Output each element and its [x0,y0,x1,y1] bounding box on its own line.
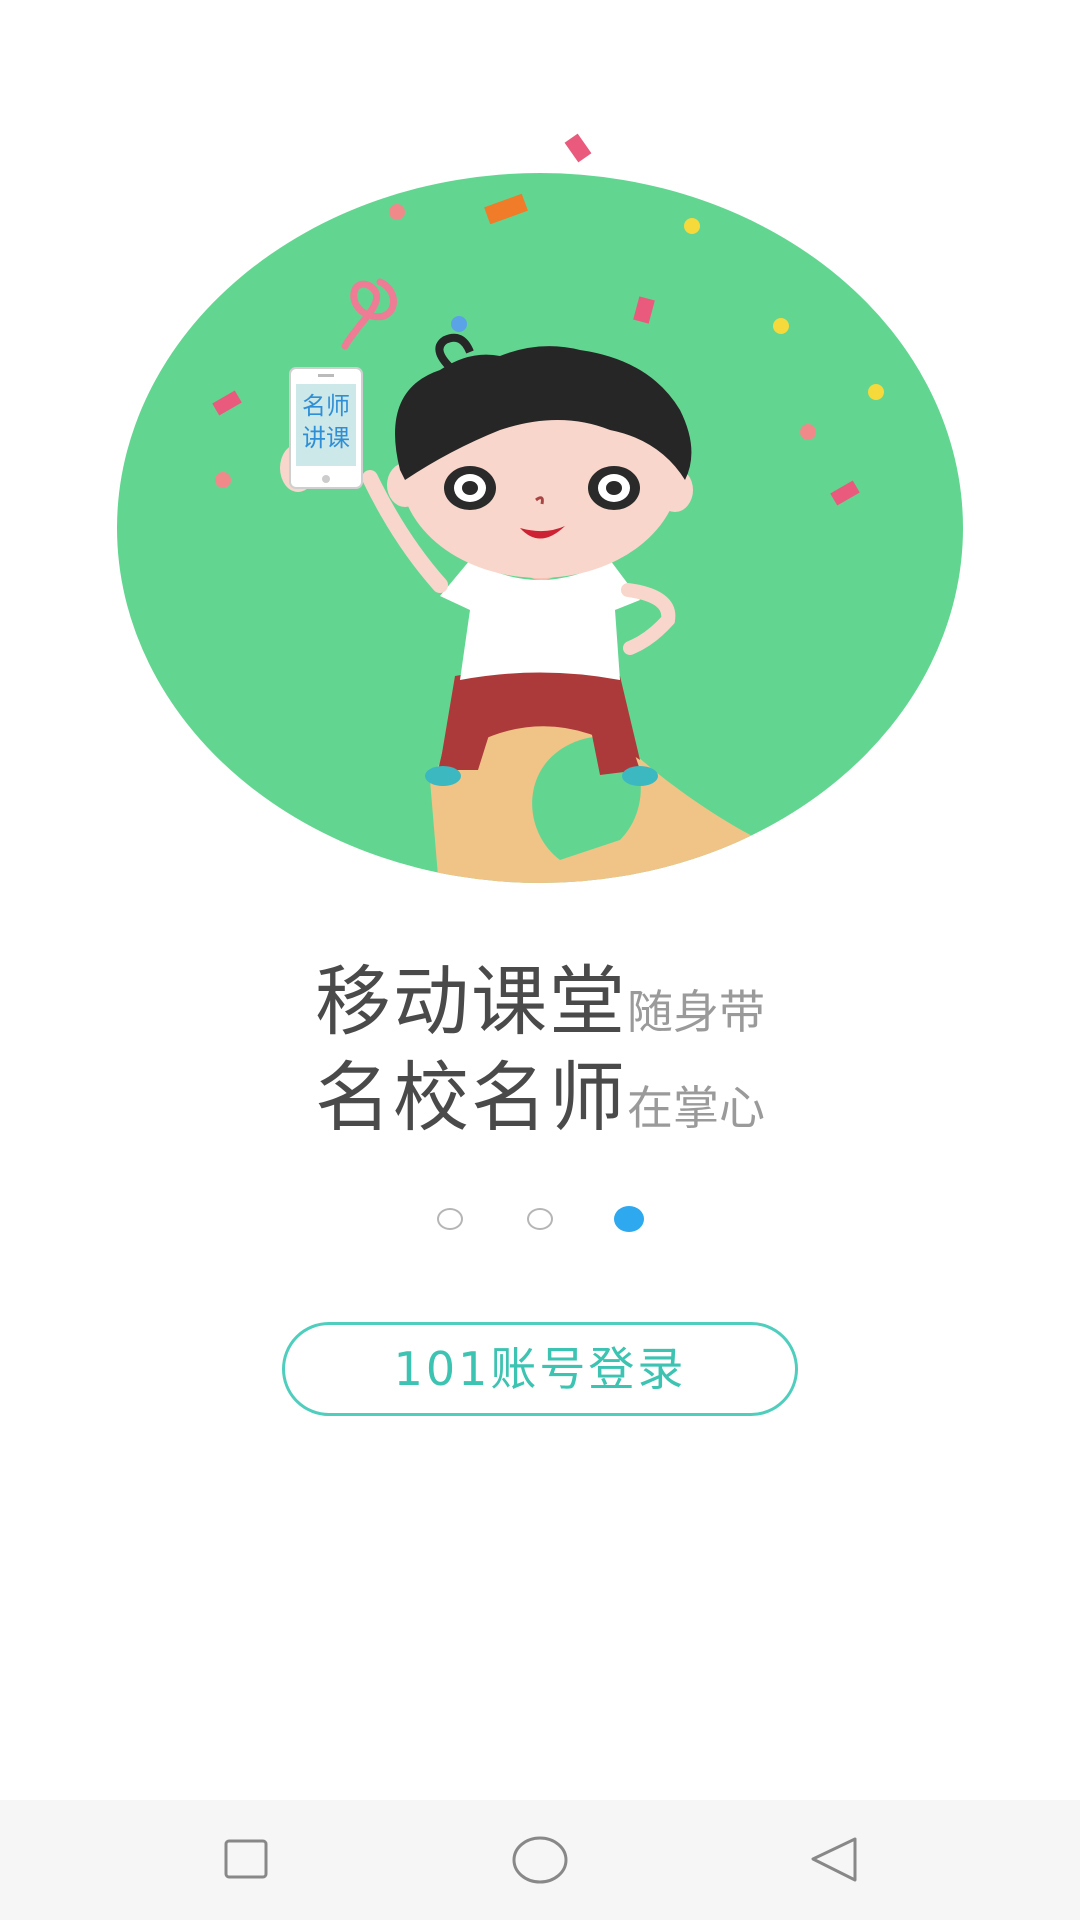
system-navigation-bar [0,1800,1080,1920]
home-button[interactable] [480,1800,600,1920]
page-indicator-dot-3[interactable] [614,1206,644,1232]
back-icon [811,1837,857,1882]
slogan-line-1-main: 移动课堂 [315,957,627,1046]
slogan-line-1: 移动课堂随身带 [0,940,1080,1050]
slogan-line-2: 名校名师在掌心 [0,1036,1080,1146]
onboarding-illustration: 名师 讲课 [117,133,963,883]
recent-apps-icon [224,1839,268,1879]
login-button[interactable]: 101账号登录 [282,1322,798,1416]
page-indicator-dot-1[interactable] [437,1208,463,1230]
slogan-line-1-sub: 随身带 [627,985,765,1039]
home-icon [512,1836,568,1884]
phone-text-line1: 名师 [302,392,350,420]
slogan-line-2-sub: 在掌心 [627,1081,765,1135]
back-button[interactable] [773,1800,893,1920]
phone-graphic: 名师 讲课 [289,367,363,489]
onboarding-screen: 名师 讲课 移动课堂随身带 名校名师在掌心 101账号登录 [0,0,1080,1800]
phone-text-line2: 讲课 [302,424,350,452]
slogan-line-2-main: 名校名师 [315,1053,627,1142]
recent-apps-button[interactable] [186,1800,306,1920]
page-indicator [0,1206,1080,1238]
page-indicator-dot-2[interactable] [527,1208,553,1230]
